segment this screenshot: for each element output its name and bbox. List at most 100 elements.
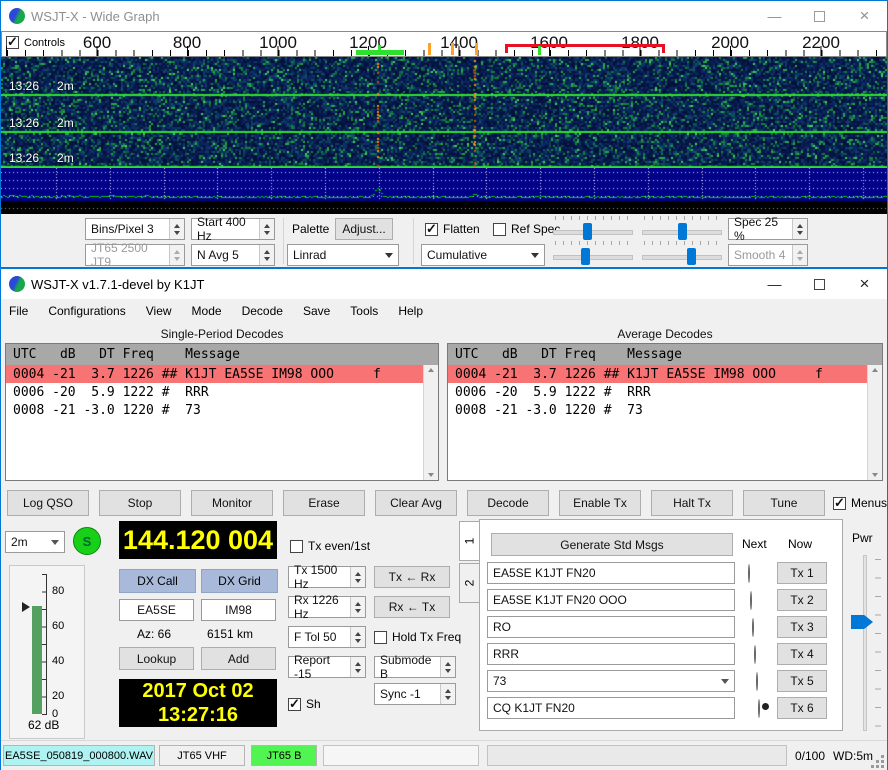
ref-spec-toggle[interactable]: Ref Spec (493, 222, 560, 236)
tx5-next-radio[interactable] (756, 672, 758, 691)
palette-select[interactable]: Linrad (287, 244, 399, 266)
decode-row[interactable]: 0008 -21 -3.0 1220 # 73 (6, 401, 438, 419)
tx6-message-field[interactable]: CQ K1JT FN20 (487, 697, 735, 719)
tx6-now-button[interactable]: Tx 6 (777, 697, 827, 719)
scroll-up-icon[interactable] (872, 368, 878, 372)
spinner-arrows[interactable] (440, 684, 455, 704)
sync-spinner[interactable]: Sync -1 (374, 683, 456, 705)
resize-grip[interactable] (881, 765, 884, 768)
erase-button[interactable]: Erase (283, 490, 365, 516)
close-button[interactable]: × (842, 269, 887, 299)
hold-tx-toggle[interactable]: Hold Tx Freq (374, 630, 461, 644)
lookup-button[interactable]: Lookup (119, 647, 194, 670)
spinner-arrows[interactable] (350, 657, 365, 677)
tx4-next-radio[interactable] (754, 645, 756, 664)
spinner-arrows[interactable] (792, 219, 807, 239)
tx2-message-field[interactable]: EA5SE K1JT FN20 OOO (487, 589, 735, 611)
bins-pixel-spinner[interactable]: Bins/Pixel 3 (85, 218, 185, 240)
menus-toggle[interactable]: Menus (833, 496, 887, 510)
pwr-slider[interactable] (849, 555, 883, 731)
spinner-arrows[interactable] (440, 657, 455, 677)
menu-mode[interactable]: Mode (192, 304, 222, 318)
tx5-now-button[interactable]: Tx 5 (777, 670, 827, 692)
minimize-button[interactable]: — (752, 1, 797, 31)
rx-freq-spinner[interactable]: Rx 1226 Hz (288, 596, 366, 618)
tune-button[interactable]: Tune (743, 490, 825, 516)
band-select[interactable]: 2m (5, 531, 65, 553)
report-spinner[interactable]: Report -15 (288, 656, 366, 678)
scroll-down-icon[interactable] (428, 473, 434, 477)
tx4-message-field[interactable]: RRR (487, 643, 735, 665)
gain-slider-2[interactable] (642, 220, 722, 242)
slider-handle[interactable] (581, 248, 590, 265)
enable-tx-button[interactable]: Enable Tx (559, 490, 641, 516)
tx3-message-field[interactable]: RO (487, 616, 735, 638)
tx-from-rx-button[interactable]: Tx ← Rx (374, 566, 450, 588)
add-button[interactable]: Add (201, 647, 276, 670)
scrollbar[interactable] (867, 365, 882, 480)
spinner-arrows[interactable] (350, 567, 365, 587)
decode-row[interactable]: 0006 -20 5.9 1222 # RRR (448, 383, 882, 401)
cumulative-select[interactable]: Cumulative (421, 244, 545, 266)
tx4-now-button[interactable]: Tx 4 (777, 643, 827, 665)
zero-slider-1[interactable] (553, 245, 633, 267)
decode-row[interactable]: 0004 -21 3.7 1226 ## K1JT EA5SE IM98 OOO… (6, 365, 438, 383)
spinner-arrows[interactable] (350, 627, 365, 647)
spinner-arrows[interactable] (259, 219, 274, 239)
sh-checkbox[interactable] (288, 698, 301, 711)
slider-handle[interactable] (583, 223, 592, 240)
slider-handle[interactable] (678, 223, 687, 240)
decode-row[interactable]: 0004 -21 3.7 1226 ## K1JT EA5SE IM98 OOO… (448, 365, 882, 383)
n-avg-spinner[interactable]: N Avg 5 (191, 244, 275, 266)
tx3-next-radio[interactable] (752, 618, 754, 637)
spinner-arrows[interactable] (350, 597, 365, 617)
hold-tx-checkbox[interactable] (374, 631, 387, 644)
spinner-arrows[interactable] (169, 219, 184, 239)
slider-handle[interactable] (687, 248, 696, 265)
gain-slider-1[interactable] (553, 220, 633, 242)
tab-1[interactable]: 1 (459, 521, 480, 561)
tx-even-toggle[interactable]: Tx even/1st (290, 539, 370, 553)
menus-checkbox[interactable] (833, 497, 846, 510)
tx5-message-combo[interactable]: 73 (487, 670, 735, 692)
pwr-handle[interactable] (851, 615, 873, 629)
spec-spinner[interactable]: Spec 25 % (728, 218, 808, 240)
flatten-toggle[interactable]: Flatten (425, 222, 480, 236)
scroll-up-icon[interactable] (428, 368, 434, 372)
waterfall-canvas[interactable] (1, 57, 887, 168)
log-qso-button[interactable]: Log QSO (7, 490, 89, 516)
decode-row[interactable]: 0008 -21 -3.0 1220 # 73 (448, 401, 882, 419)
tx-freq-spinner[interactable]: Tx 1500 Hz (288, 566, 366, 588)
halt-tx-button[interactable]: Halt Tx (651, 490, 733, 516)
palette-adjust-button[interactable]: Adjust... (335, 218, 393, 240)
generate-std-msgs-button[interactable]: Generate Std Msgs (491, 533, 733, 556)
menu-help[interactable]: Help (398, 304, 423, 318)
menu-save[interactable]: Save (303, 304, 330, 318)
stop-button[interactable]: Stop (99, 490, 181, 516)
menu-view[interactable]: View (146, 304, 172, 318)
menu-configurations[interactable]: Configurations (48, 304, 125, 318)
tx3-now-button[interactable]: Tx 3 (777, 616, 827, 638)
spinner-arrows[interactable] (259, 245, 274, 265)
maximize-button[interactable] (797, 269, 842, 299)
menu-file[interactable]: File (9, 304, 28, 318)
menu-tools[interactable]: Tools (350, 304, 378, 318)
decode-button[interactable]: Decode (467, 490, 549, 516)
decode-row[interactable]: 0006 -20 5.9 1222 # RRR (6, 383, 438, 401)
minimize-button[interactable]: — (752, 269, 797, 299)
tx2-now-button[interactable]: Tx 2 (777, 589, 827, 611)
menu-decode[interactable]: Decode (242, 304, 283, 318)
start-hz-spinner[interactable]: Start 400 Hz (191, 218, 275, 240)
scrollbar[interactable] (423, 365, 438, 480)
clear-avg-button[interactable]: Clear Avg (375, 490, 457, 516)
tx1-next-radio[interactable] (748, 564, 750, 583)
tx1-message-field[interactable]: EA5SE K1JT FN20 (487, 562, 735, 584)
f-tol-spinner[interactable]: F Tol 50 (288, 626, 366, 648)
tab-2[interactable]: 2 (459, 563, 480, 603)
ref-spec-checkbox[interactable] (493, 223, 506, 236)
dx-call-field[interactable]: EA5SE (119, 599, 194, 621)
maximize-button[interactable] (797, 1, 842, 31)
close-button[interactable]: × (842, 1, 887, 31)
monitor-button[interactable]: Monitor (191, 490, 273, 516)
tx1-now-button[interactable]: Tx 1 (777, 562, 827, 584)
